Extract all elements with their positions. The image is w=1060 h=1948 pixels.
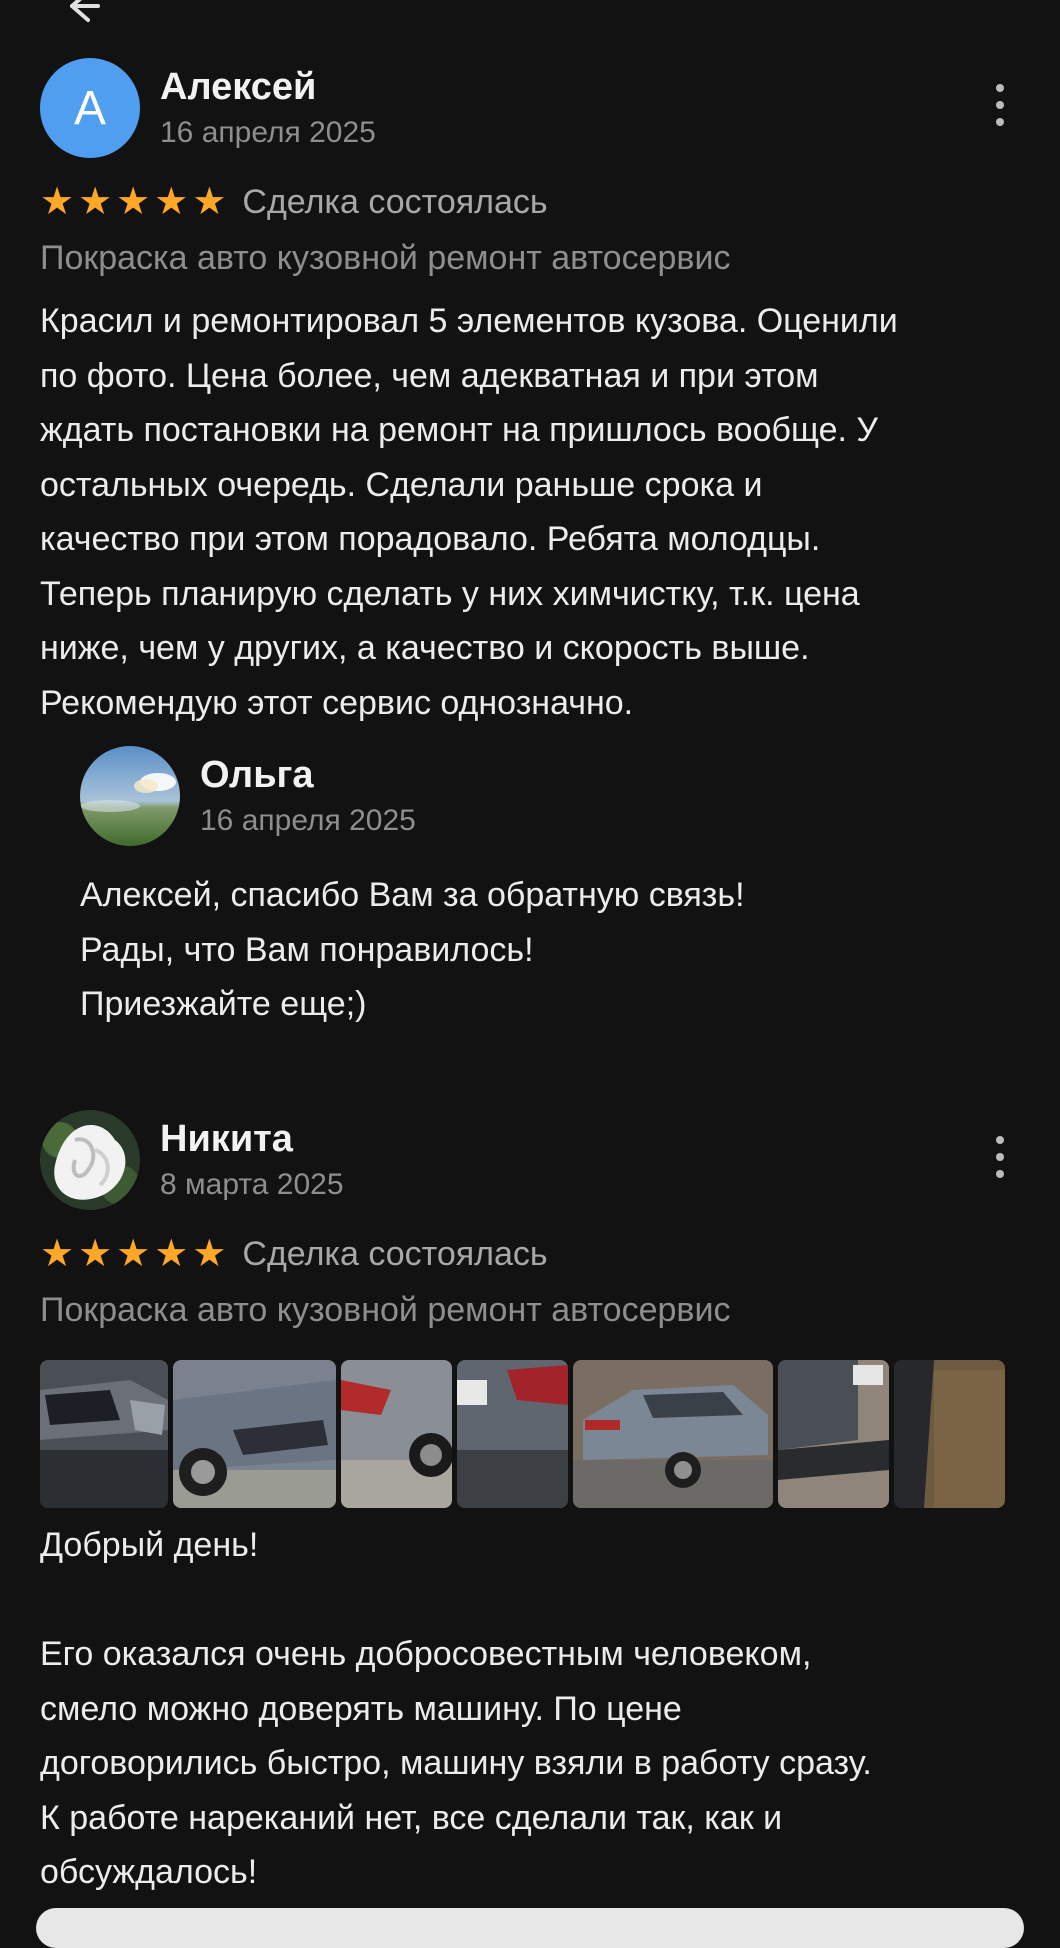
star-icon: ★ [40,181,75,223]
author-name[interactable]: Алексей [160,66,316,109]
star-icon: ★ [116,1233,151,1275]
review-photo[interactable] [173,1360,336,1508]
rating-stars: ★ ★ ★ ★ ★ [40,183,226,221]
star-icon: ★ [192,1233,227,1275]
review-photos [40,1360,1020,1508]
bottom-action-bar[interactable] [36,1908,1024,1948]
review-date: 8 марта 2025 [160,1168,344,1201]
reply-header: Ольга 16 апреля 2025 [80,746,980,846]
star-icon: ★ [40,1233,75,1275]
reply-author-name[interactable]: Ольга [200,754,314,797]
review-photo[interactable] [341,1360,452,1508]
review-card: Никита 8 марта 2025 ★ ★ ★ ★ ★ Сделка сос… [40,1110,1020,1900]
avatar[interactable]: А [40,58,140,158]
rating-stars: ★ ★ ★ ★ ★ [40,1235,226,1273]
author-name[interactable]: Никита [160,1118,293,1161]
deal-status: Сделка состоялась [242,1234,548,1273]
review-header: А Алексей 16 апреля 2025 [40,58,1020,158]
review-card: А Алексей 16 апреля 2025 ★ ★ ★ ★ ★ Сделк… [40,58,1020,730]
reply-date: 16 апреля 2025 [200,804,416,837]
avatar[interactable] [40,1110,140,1210]
more-options-icon[interactable] [980,1132,1020,1182]
rating-row: ★ ★ ★ ★ ★ Сделка состоялась [40,1226,1020,1282]
review-photo[interactable] [40,1360,168,1508]
review-photo[interactable] [457,1360,568,1508]
reply-text: Алексей, спасибо Вам за обратную связь! … [80,876,745,1023]
star-icon: ★ [78,1233,113,1275]
avatar[interactable] [80,746,180,846]
star-icon: ★ [192,181,227,223]
review-photo[interactable] [778,1360,889,1508]
rating-row: ★ ★ ★ ★ ★ Сделка состоялась [40,174,1020,230]
star-icon: ★ [154,1233,189,1275]
review-photo[interactable] [894,1360,1005,1508]
more-options-icon[interactable] [980,80,1020,130]
star-icon: ★ [78,181,113,223]
deal-status: Сделка состоялась [242,182,548,221]
review-date: 16 апреля 2025 [160,116,376,149]
review-photo[interactable] [573,1360,773,1508]
review-text: Добрый день! Его оказался очень добросов… [40,1526,872,1891]
back-arrow-icon[interactable] [62,0,102,26]
star-icon: ★ [154,181,189,223]
review-text: Красил и ремонтировал 5 элементов кузова… [40,302,898,722]
seller-reply: Ольга 16 апреля 2025 Алексей, спасибо Ва… [80,746,980,1032]
service-name[interactable]: Покраска авто кузовной ремонт автосервис [40,1284,1020,1336]
review-header: Никита 8 марта 2025 [40,1110,1020,1210]
star-icon: ★ [116,181,151,223]
service-name[interactable]: Покраска авто кузовной ремонт автосервис [40,232,1020,284]
